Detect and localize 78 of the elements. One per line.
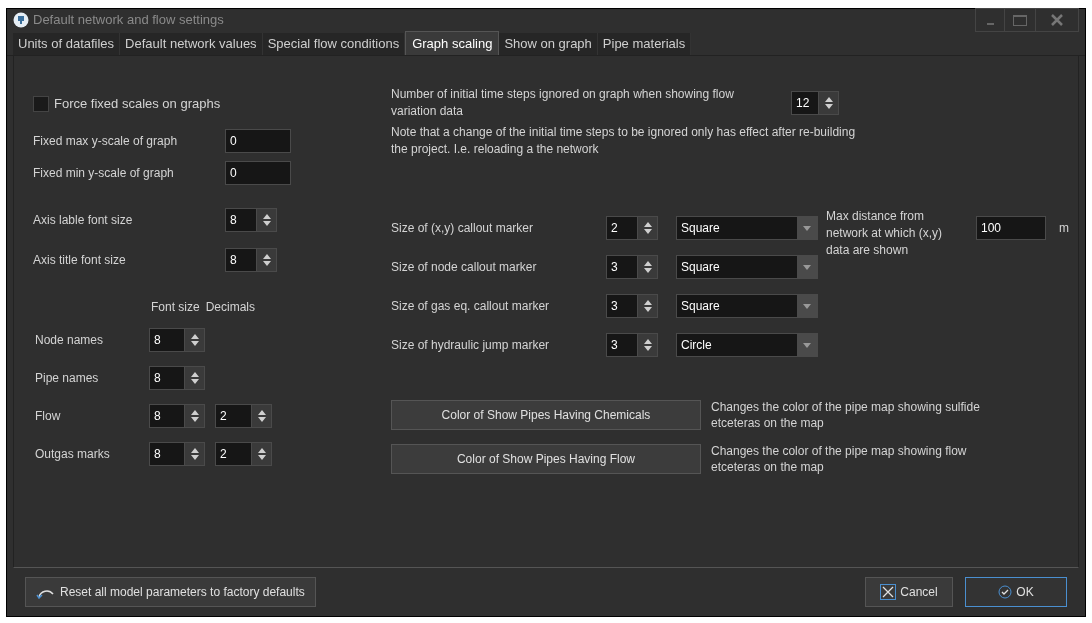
input-field[interactable]: 100 [976,216,1046,240]
row-label: Flow [34,407,62,425]
spin-box[interactable]: 8 [149,365,205,390]
input-field[interactable]: 0 [225,160,291,185]
input-field[interactable]: 0 [225,128,291,153]
spin-arrows-icon [642,338,653,352]
column-header: Font size [151,298,200,316]
spin-box[interactable]: 3 [606,255,658,279]
maximize-button[interactable] [1005,8,1035,32]
dropdown[interactable]: Square [676,255,818,279]
dropdown[interactable]: Square [676,216,818,240]
field-label: Axis title font size [33,251,127,269]
marker-label: Size of node callout marker [391,259,538,276]
checkbox-label: Force fixed scales on graphs [54,95,221,113]
button-description: Changes the color of the pipe map showing sulfide etceteras on the map [711,399,981,431]
close-icon [1051,14,1063,26]
spin-arrows-icon [261,212,272,227]
spin-arrows-icon [189,332,200,347]
spin-arrows-icon [642,221,653,235]
field-label: Fixed max y-scale of graph [33,132,179,150]
button-description: Changes the color of the pipe map showing flow etceteras on the map [711,443,968,475]
reset-button[interactable]: Reset all model parameters to factory defaults [25,577,316,607]
spin-arrows-icon [256,408,267,423]
column-header: Decimals [205,298,256,316]
caret-icon [803,225,811,231]
close-icon [880,584,897,600]
tab[interactable]: Show on graph [499,33,598,55]
color-button[interactable]: Color of Show Pipes Having Chemicals [391,400,701,430]
dropdown[interactable]: Circle [676,333,818,357]
spin-box[interactable]: 8 [225,247,277,272]
spin-box[interactable]: 2 [215,403,272,428]
spin-arrows-icon [189,446,200,461]
marker-label: Size of hydraulic jump marker [391,337,551,354]
spin-arrows-icon [642,299,653,313]
spin-box[interactable]: 2 [215,441,272,466]
spin-box[interactable]: 3 [606,294,658,318]
caret-icon [803,264,811,270]
tab[interactable]: Default network values [120,33,263,55]
app-logo-icon [13,12,29,28]
dropdown[interactable]: Square [676,294,818,318]
spin-box[interactable]: 2 [606,216,658,240]
check-circle-icon [998,585,1013,599]
spin-arrows-icon [189,370,200,385]
window-title: Default network and flow settings [33,11,224,30]
marker-label: Size of (x,y) callout marker [391,220,535,237]
tab[interactable]: Special flow conditions [262,33,406,55]
ok-button[interactable]: OK [965,577,1067,607]
note-text: Note that a change of the initial time steps to be ignored only has effect after re-building the project. I.e. reloading a the network [391,124,857,158]
spin-box[interactable]: 12 [791,91,839,115]
row-label: Pipe names [34,369,100,387]
cancel-button[interactable]: Cancel [865,577,953,607]
spin-box[interactable]: 3 [606,333,658,357]
tab[interactable]: Units of datafiles [13,33,121,55]
row-label: Outgas marks [34,445,111,463]
caret-icon [803,342,811,348]
close-button[interactable] [1035,8,1079,32]
row-label: Node names [34,331,105,349]
spin-box[interactable]: 8 [149,403,205,428]
caret-icon [803,303,811,309]
color-button[interactable]: Color of Show Pipes Having Flow [391,444,701,474]
field-label: Axis lable font size [33,211,134,229]
spin-arrows-icon [261,252,272,267]
spin-arrows-icon [256,446,267,461]
spin-arrows-icon [189,408,200,423]
spin-arrows-icon [642,260,653,274]
max-distance-label: Max distance from network at which (x,y) data are shown [826,208,944,259]
spin-box[interactable]: 8 [225,207,277,232]
tab[interactable]: Pipe materials [597,33,692,55]
ignored-steps-label: Number of initial time steps ignored on graph when showing flow variation data [391,86,735,120]
marker-label: Size of gas eq. callout marker [391,298,551,315]
spin-arrows-icon [823,96,834,110]
tab[interactable]: Graph scaling [405,31,500,55]
spin-box[interactable]: 8 [149,441,205,466]
field-label: Fixed min y-scale of graph [33,164,175,182]
minimize-button[interactable] [975,8,1005,32]
checkbox[interactable] [33,95,49,112]
unit-label: m [1059,220,1069,237]
spin-box[interactable]: 8 [149,327,205,352]
